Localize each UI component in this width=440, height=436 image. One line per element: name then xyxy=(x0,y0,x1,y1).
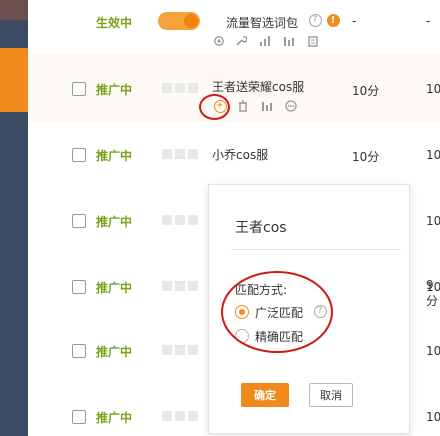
sidebar xyxy=(0,0,28,436)
status-text: 推广中 xyxy=(96,345,133,359)
sidebar-active-item[interactable] xyxy=(0,48,28,112)
column-chart-icon[interactable] xyxy=(282,34,296,48)
warning-icon[interactable]: ! xyxy=(326,13,340,27)
table-row: 生效中 流量智选词包 ? ! - - xyxy=(28,0,440,55)
clipboard-icon[interactable] xyxy=(306,34,320,48)
status-text: 推广中 xyxy=(96,83,133,97)
delete-icon[interactable] xyxy=(236,99,250,113)
truncated-value: 10 xyxy=(426,410,440,424)
toggle-knob xyxy=(184,14,198,28)
keyword-popover: 王者cos 匹配方式: 广泛匹配 ? 精确匹配 确定 取消 xyxy=(208,184,410,434)
truncated-value: 10 xyxy=(426,214,440,228)
sidebar-top-bar xyxy=(0,0,28,20)
cancel-button[interactable]: 取消 xyxy=(309,383,353,407)
row-checkbox[interactable] xyxy=(72,214,86,228)
keyword-text: 流量智选词包 xyxy=(226,16,299,30)
placeholder-blocks xyxy=(162,345,198,355)
status-toggle[interactable] xyxy=(158,12,200,30)
placeholder-blocks xyxy=(162,83,198,93)
status-text: 推广中 xyxy=(96,215,133,229)
table-row: 推广中 王者送荣耀cos服 10分 10 + xyxy=(28,54,440,123)
table-row: 推广中 小乔cos服 10分 10 xyxy=(28,122,440,185)
status-text: 推广中 xyxy=(96,281,133,295)
price-text: 10分 xyxy=(352,150,380,164)
popover-title: 王者cos xyxy=(235,220,287,236)
row-checkbox[interactable] xyxy=(72,410,86,424)
keyword-text: 小乔cos服 xyxy=(212,148,269,162)
truncated-value: 10 xyxy=(426,148,440,162)
help-icon[interactable]: ? xyxy=(308,13,322,27)
status-text: 推广中 xyxy=(96,411,133,425)
confirm-button[interactable]: 确定 xyxy=(241,383,289,407)
annotation-circle xyxy=(199,94,230,120)
status-text: 生效中 xyxy=(96,16,133,30)
placeholder-blocks xyxy=(162,281,198,291)
row-checkbox[interactable] xyxy=(72,344,86,358)
truncated-value: 10 xyxy=(426,344,440,358)
truncated-value: 9分 xyxy=(426,278,439,308)
price-text: 10分 xyxy=(352,84,380,98)
placeholder-blocks xyxy=(162,215,198,225)
truncated-value: - xyxy=(426,14,431,28)
wrench-icon[interactable] xyxy=(234,34,248,48)
status-text: 推广中 xyxy=(96,149,133,163)
placeholder-blocks xyxy=(162,411,198,421)
annotation-circle xyxy=(221,271,333,353)
row-checkbox[interactable] xyxy=(72,82,86,96)
column-chart-icon[interactable] xyxy=(260,99,274,113)
row-checkbox[interactable] xyxy=(72,148,86,162)
truncated-value: 10 xyxy=(426,82,440,96)
row-checkbox[interactable] xyxy=(72,280,86,294)
bar-chart-icon[interactable] xyxy=(258,34,272,48)
settings-icon[interactable] xyxy=(212,34,226,48)
popover-divider xyxy=(231,249,401,250)
keyword-text: 王者送荣耀cos服 xyxy=(212,80,305,94)
placeholder-blocks xyxy=(162,149,198,159)
price-text: - xyxy=(352,14,357,28)
more-icon[interactable] xyxy=(284,99,298,113)
